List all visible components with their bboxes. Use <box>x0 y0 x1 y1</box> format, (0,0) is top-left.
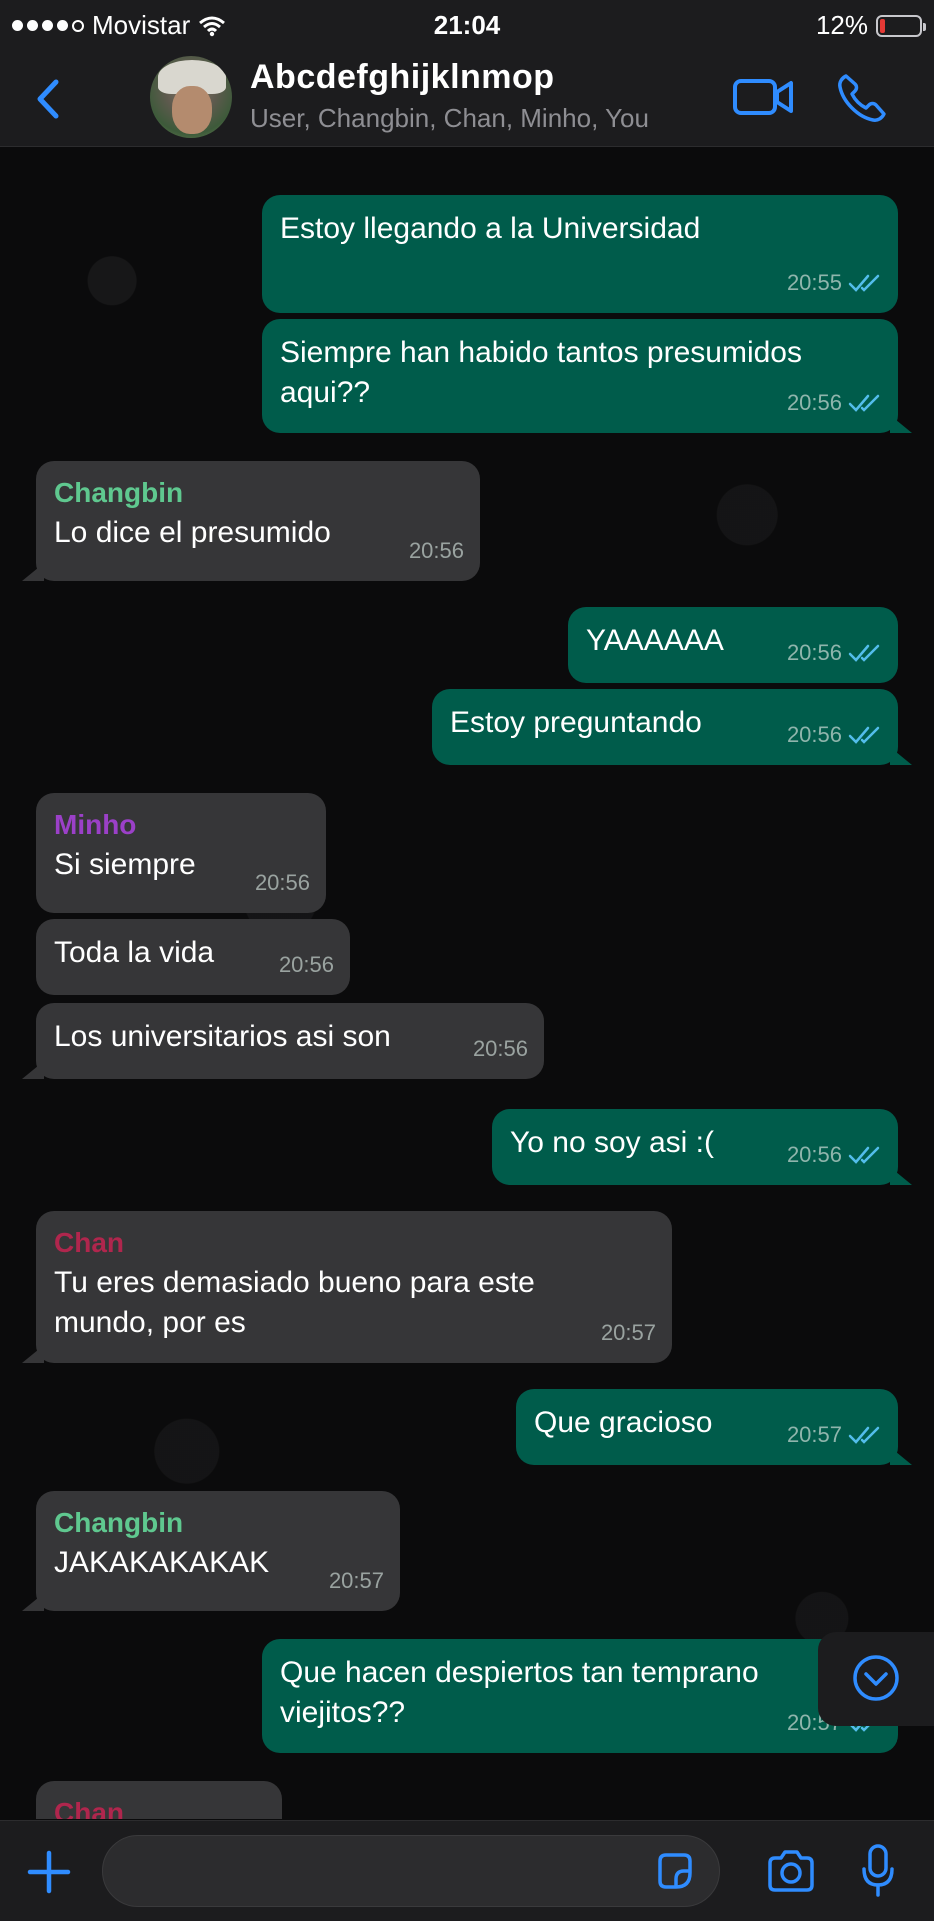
message-bubble[interactable]: YAAAAAA 20:56 <box>568 607 898 683</box>
message-time: 20:56 <box>278 952 334 977</box>
chat-header: Abcdefghijklnmop User, Changbin, Chan, M… <box>0 50 934 147</box>
sender-name[interactable]: Changbin <box>54 475 462 511</box>
message-text: Estoy llegando a la Universidad <box>280 212 701 245</box>
message-time: 20:57 <box>328 1568 384 1593</box>
message-bubble[interactable]: Changbin JAKAKAKAKAK 20:57 <box>22 1491 400 1611</box>
message-bubble[interactable]: Que gracioso 20:57 <box>516 1389 912 1465</box>
battery-level <box>880 18 885 33</box>
chat-participants: User, Changbin, Chan, Minho, You <box>250 103 649 133</box>
message-time: 20:57 <box>600 1320 656 1345</box>
double-check-icon <box>848 726 880 744</box>
message-text: Tu eres demasiado bueno para este mundo,… <box>54 1266 535 1339</box>
message-bubble[interactable]: Chan <box>36 1781 282 1819</box>
double-check-icon <box>848 274 880 292</box>
message-meta: 20:57 <box>601 1313 656 1353</box>
status-right: 12% <box>815 10 926 41</box>
message-meta: 20:56 <box>473 1029 528 1069</box>
message-meta: 20:56 <box>279 945 334 985</box>
sender-name[interactable]: Chan <box>54 1225 654 1261</box>
message-bubble[interactable]: Toda la vida 20:56 <box>36 919 350 995</box>
chat-title: Abcdefghijklnmop <box>250 58 555 96</box>
message-time: 20:56 <box>786 390 842 415</box>
status-bar: Movistar 21:04 12% <box>0 0 934 50</box>
message-meta: 20:56 <box>787 715 882 755</box>
message-time: 20:56 <box>254 870 310 895</box>
message-bubble[interactable]: Chan Tu eres demasiado bueno para este m… <box>22 1211 672 1363</box>
sender-name[interactable]: Minho <box>54 807 308 843</box>
chat-title-block[interactable]: Abcdefghijklnmop User, Changbin, Chan, M… <box>250 58 649 134</box>
double-check-icon <box>848 644 880 662</box>
message-meta: 20:56 <box>787 1135 882 1175</box>
sender-name[interactable]: Changbin <box>54 1505 382 1541</box>
message-bubble[interactable]: Minho Si siempre 20:56 <box>36 793 326 913</box>
message-time: 20:56 <box>408 538 464 563</box>
message-text: Lo dice el presumido <box>54 516 331 549</box>
message-time: 20:57 <box>786 1422 842 1447</box>
message-bubble[interactable]: Los universitarios asi son 20:56 <box>22 1003 544 1079</box>
message-bubble[interactable]: Siempre han habido tantos presumidos aqu… <box>262 319 912 433</box>
message-bubble[interactable]: Yo no soy asi :( 20:56 <box>492 1109 912 1185</box>
message-meta: 20:56 <box>409 531 464 571</box>
message-time: 20:56 <box>786 722 842 747</box>
message-text: Los universitarios asi son <box>54 1020 391 1053</box>
plus-icon[interactable] <box>26 1849 72 1895</box>
message-bubble[interactable]: Estoy llegando a la Universidad 20:55 <box>262 195 898 313</box>
battery-percent: 12% <box>815 10 868 40</box>
camera-icon[interactable] <box>766 1849 816 1893</box>
chat-messages[interactable]: Estoy llegando a la Universidad 20:55 Si… <box>0 147 934 1819</box>
message-bubble[interactable]: Changbin Lo dice el presumido 20:56 <box>22 461 480 581</box>
message-meta: 20:56 <box>255 863 310 903</box>
avatar[interactable] <box>150 56 232 138</box>
microphone-icon[interactable] <box>860 1843 896 1899</box>
message-meta: 20:56 <box>787 383 882 423</box>
sender-name[interactable]: Chan <box>54 1795 264 1819</box>
sticker-icon[interactable] <box>654 1851 694 1891</box>
battery-icon <box>876 14 926 37</box>
message-meta: 20:57 <box>329 1561 384 1601</box>
phone-icon[interactable] <box>836 72 888 124</box>
message-composer <box>0 1820 934 1921</box>
back-chevron-icon[interactable] <box>30 76 70 122</box>
chevron-down-icon <box>853 1655 899 1701</box>
scroll-to-bottom-button[interactable] <box>818 1632 934 1726</box>
double-check-icon <box>848 394 880 412</box>
message-meta: 20:57 <box>787 1415 882 1455</box>
message-time: 20:56 <box>786 640 842 665</box>
video-camera-icon[interactable] <box>732 76 794 118</box>
message-time: 20:56 <box>472 1036 528 1061</box>
double-check-icon <box>848 1146 880 1164</box>
double-check-icon <box>848 1426 880 1444</box>
message-time: 20:55 <box>786 270 842 295</box>
message-input[interactable] <box>102 1835 720 1907</box>
message-bubble[interactable]: Estoy preguntando 20:56 <box>432 689 912 765</box>
message-bubble[interactable]: Que hacen despiertos tan temprano viejit… <box>262 1639 898 1753</box>
message-meta: 20:55 <box>787 263 882 303</box>
message-time: 20:56 <box>786 1142 842 1167</box>
message-meta: 20:56 <box>787 633 882 673</box>
clock: 21:04 <box>433 10 501 40</box>
